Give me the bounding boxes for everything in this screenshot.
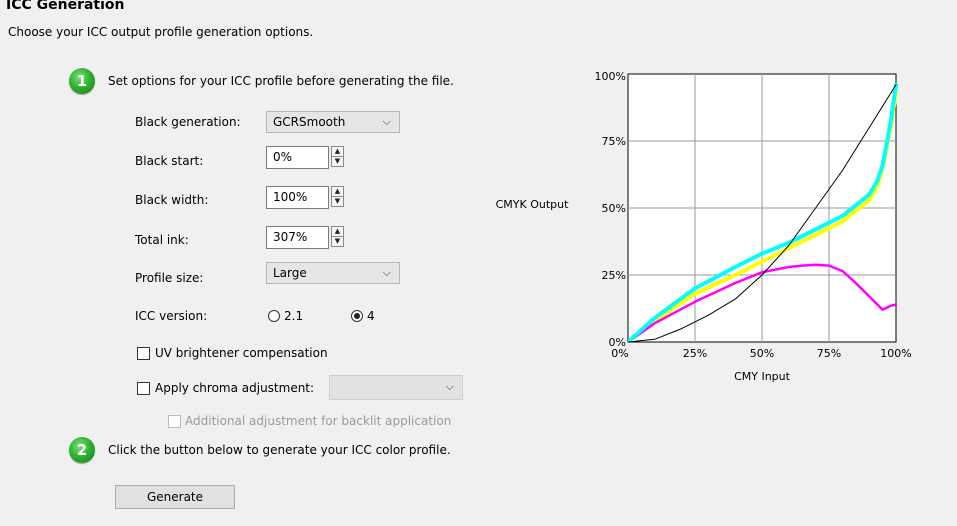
step-two-text: Click the button below to generate your …: [108, 443, 451, 457]
y-tick-label: 0%: [609, 336, 626, 349]
x-tick-label: 25%: [683, 347, 707, 360]
chroma-adjust-label: Apply chroma adjustment:: [155, 381, 315, 395]
x-tick-label: 100%: [880, 347, 911, 360]
black-generation-select[interactable]: GCRSmooth ⌵: [266, 111, 400, 133]
black-width-stepper[interactable]: ▲ ▼: [331, 186, 344, 207]
spin-down-icon[interactable]: ▼: [332, 236, 343, 246]
spin-up-icon[interactable]: ▲: [332, 227, 343, 236]
uv-brightener-label: UV brightener compensation: [155, 346, 328, 360]
profile-size-value: Large: [273, 266, 307, 280]
chevron-down-icon: ⌵: [445, 380, 454, 393]
black-start-label: Black start:: [135, 154, 204, 168]
page-title: ICC Generation: [6, 0, 125, 13]
step-two-icon: 2: [69, 437, 95, 463]
spin-down-icon[interactable]: ▼: [332, 196, 343, 206]
icc-version-option-2-1: 2.1: [284, 309, 304, 323]
black-start-input[interactable]: 0%: [266, 146, 329, 169]
generate-button[interactable]: Generate: [115, 485, 235, 509]
x-axis-label: CMY Input: [734, 370, 791, 383]
y-tick-label: 100%: [595, 70, 626, 83]
black-generation-label: Black generation:: [135, 115, 241, 129]
chroma-adjust-select[interactable]: ⌵: [329, 375, 463, 400]
icc-version-label: ICC version:: [135, 309, 208, 323]
profile-size-label: Profile size:: [135, 271, 204, 285]
icc-version-radio-2-1[interactable]: [268, 310, 280, 322]
chevron-down-icon: ⌵: [382, 115, 391, 128]
y-tick-label: 75%: [602, 135, 626, 148]
black-start-stepper[interactable]: ▲ ▼: [331, 146, 344, 167]
backlit-label: Additional adjustment for backlit applic…: [185, 414, 452, 428]
y-tick-label: 50%: [602, 202, 626, 215]
icc-version-radio-4[interactable]: [351, 310, 363, 322]
total-ink-input[interactable]: 307%: [266, 226, 329, 249]
uv-brightener-checkbox[interactable]: [137, 347, 150, 360]
profile-size-select[interactable]: Large ⌵: [266, 262, 400, 284]
black-width-input[interactable]: 100%: [266, 186, 329, 209]
total-ink-label: Total ink:: [135, 233, 189, 247]
backlit-checkbox[interactable]: [168, 415, 181, 428]
spin-up-icon[interactable]: ▲: [332, 187, 343, 196]
spin-up-icon[interactable]: ▲: [332, 147, 343, 156]
y-tick-label: 25%: [602, 269, 626, 282]
black-width-label: Black width:: [135, 193, 209, 207]
chroma-adjust-checkbox[interactable]: [137, 382, 150, 395]
page-subtitle: Choose your ICC output profile generatio…: [8, 25, 314, 39]
spin-down-icon[interactable]: ▼: [332, 156, 343, 166]
black-generation-value: GCRSmooth: [273, 115, 346, 129]
y-axis-label: CMYK Output: [496, 198, 569, 211]
x-tick-label: 75%: [817, 347, 841, 360]
icc-version-option-4: 4: [367, 309, 375, 323]
cmyk-curve-chart: 0% 25% 50% 75% 100%0%25%50%75%100%CMY InputC…: [496, 70, 912, 383]
chevron-down-icon: ⌵: [382, 266, 391, 279]
step-one-icon: 1: [69, 68, 95, 94]
step-one-text: Set options for your ICC profile before …: [108, 74, 454, 88]
total-ink-stepper[interactable]: ▲ ▼: [331, 226, 344, 247]
x-tick-label: 50%: [750, 347, 774, 360]
